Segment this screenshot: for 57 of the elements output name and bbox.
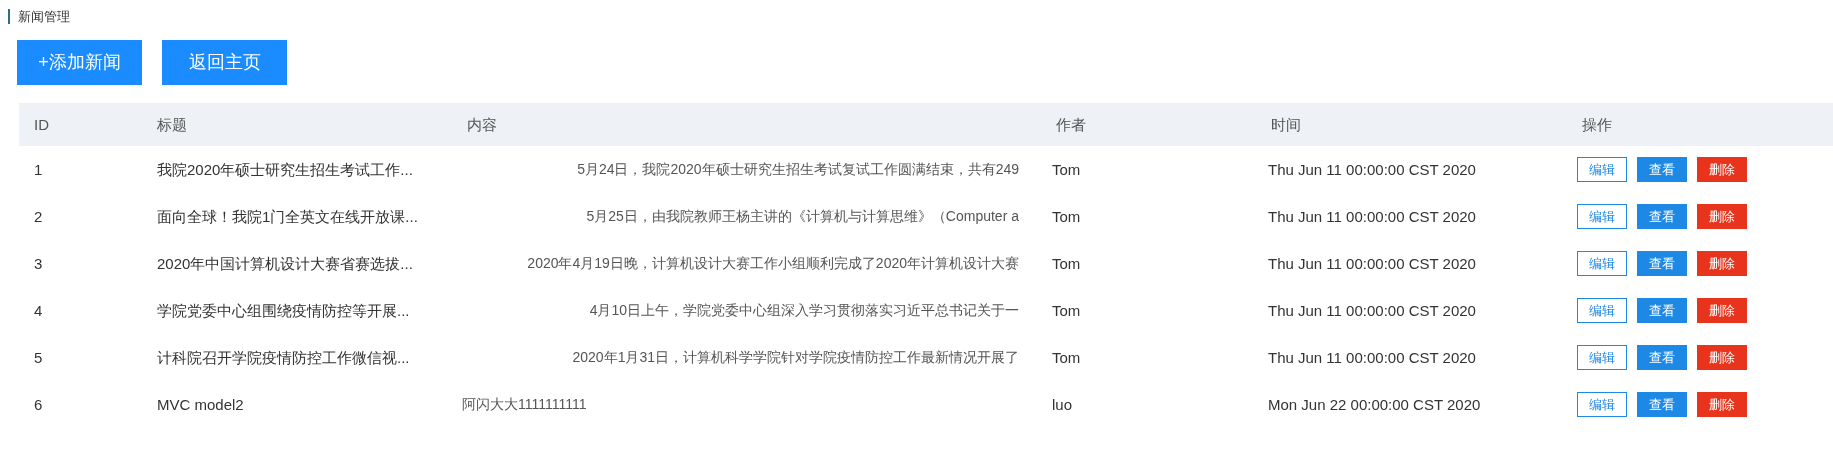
edit-button[interactable]: 编辑 [1577, 251, 1627, 276]
view-button[interactable]: 查看 [1637, 204, 1687, 229]
table-cell: Tom [1052, 207, 1081, 225]
table-cell: 3 [34, 254, 43, 272]
edit-button[interactable]: 编辑 [1577, 298, 1627, 323]
column-header: 内容 [467, 115, 497, 133]
table-cell: luo [1052, 395, 1073, 413]
table-cell: 6 [34, 395, 43, 413]
view-button[interactable]: 查看 [1637, 157, 1687, 182]
delete-button[interactable]: 删除 [1697, 251, 1747, 276]
column-header: 标题 [157, 115, 187, 133]
delete-button[interactable]: 删除 [1697, 298, 1747, 323]
table-cell: Tom [1052, 254, 1081, 272]
view-button[interactable]: 查看 [1637, 298, 1687, 323]
table-cell: Thu Jun 11 00:00:00 CST 2020 [1268, 254, 1476, 272]
table-cell-text: 2020年4月19日晚，计算机设计大赛工作小组顺利完成了2020年计算机设计大赛 [527, 254, 1019, 273]
table-cell: 我院2020年硕士研究生招生考试工作... [157, 160, 413, 178]
table-cell: Thu Jun 11 00:00:00 CST 2020 [1268, 301, 1476, 319]
table-cell: 2 [34, 207, 43, 225]
table-cell-text: 5月25日，由我院教师王杨主讲的《计算机与计算思维》（Computer a [586, 207, 1019, 226]
view-button[interactable]: 查看 [1637, 392, 1687, 417]
table-cell: Thu Jun 11 00:00:00 CST 2020 [1268, 160, 1476, 178]
edit-button[interactable]: 编辑 [1577, 157, 1627, 182]
table-cell-text: 4月10日上午，学院党委中心组深入学习贯彻落实习近平总书记关于一 [589, 301, 1019, 320]
table-cell: 学院党委中心组围绕疫情防控等开展... [157, 301, 410, 319]
table-cell: 面向全球！我院1门全英文在线开放课... [157, 207, 418, 225]
table-cell: 2020年中国计算机设计大赛省赛选拔... [157, 254, 413, 272]
table-cell-text: 5月24日，我院2020年硕士研究生招生考试复试工作圆满结束，共有249 [577, 160, 1019, 179]
delete-button[interactable]: 删除 [1697, 157, 1747, 182]
column-header: 时间 [1271, 115, 1301, 133]
table-cell: Tom [1052, 301, 1081, 319]
page-title: 新闻管理 [8, 9, 70, 24]
table-cell-text: 2020年1月31日，计算机科学学院针对学院疫情防控工作最新情况开展了 [572, 348, 1019, 367]
table-cell: 计科院召开学院疫情防控工作微信视... [157, 348, 410, 366]
table-cell: 1 [34, 160, 43, 178]
view-button[interactable]: 查看 [1637, 251, 1687, 276]
edit-button[interactable]: 编辑 [1577, 204, 1627, 229]
add-news-button[interactable]: +添加新闻 [17, 40, 142, 85]
delete-button[interactable]: 删除 [1697, 392, 1747, 417]
delete-button[interactable]: 删除 [1697, 345, 1747, 370]
edit-button[interactable]: 编辑 [1577, 392, 1627, 417]
back-home-button[interactable]: 返回主页 [162, 40, 287, 85]
table-cell: 5 [34, 348, 43, 366]
table-cell: Thu Jun 11 00:00:00 CST 2020 [1268, 207, 1476, 225]
column-header: 作者 [1056, 115, 1086, 133]
column-header: 操作 [1582, 115, 1612, 133]
delete-button[interactable]: 删除 [1697, 204, 1747, 229]
table-cell: Thu Jun 11 00:00:00 CST 2020 [1268, 348, 1476, 366]
table-cell-text: 阿闪大大1111111111 [462, 395, 587, 414]
table-cell: Tom [1052, 348, 1081, 366]
table-cell: MVC model2 [157, 395, 244, 413]
table-cell: Tom [1052, 160, 1081, 178]
view-button[interactable]: 查看 [1637, 345, 1687, 370]
edit-button[interactable]: 编辑 [1577, 345, 1627, 370]
table-cell: 4 [34, 301, 43, 319]
table-cell: Mon Jun 22 00:00:00 CST 2020 [1268, 395, 1481, 413]
column-header: ID [34, 115, 49, 133]
